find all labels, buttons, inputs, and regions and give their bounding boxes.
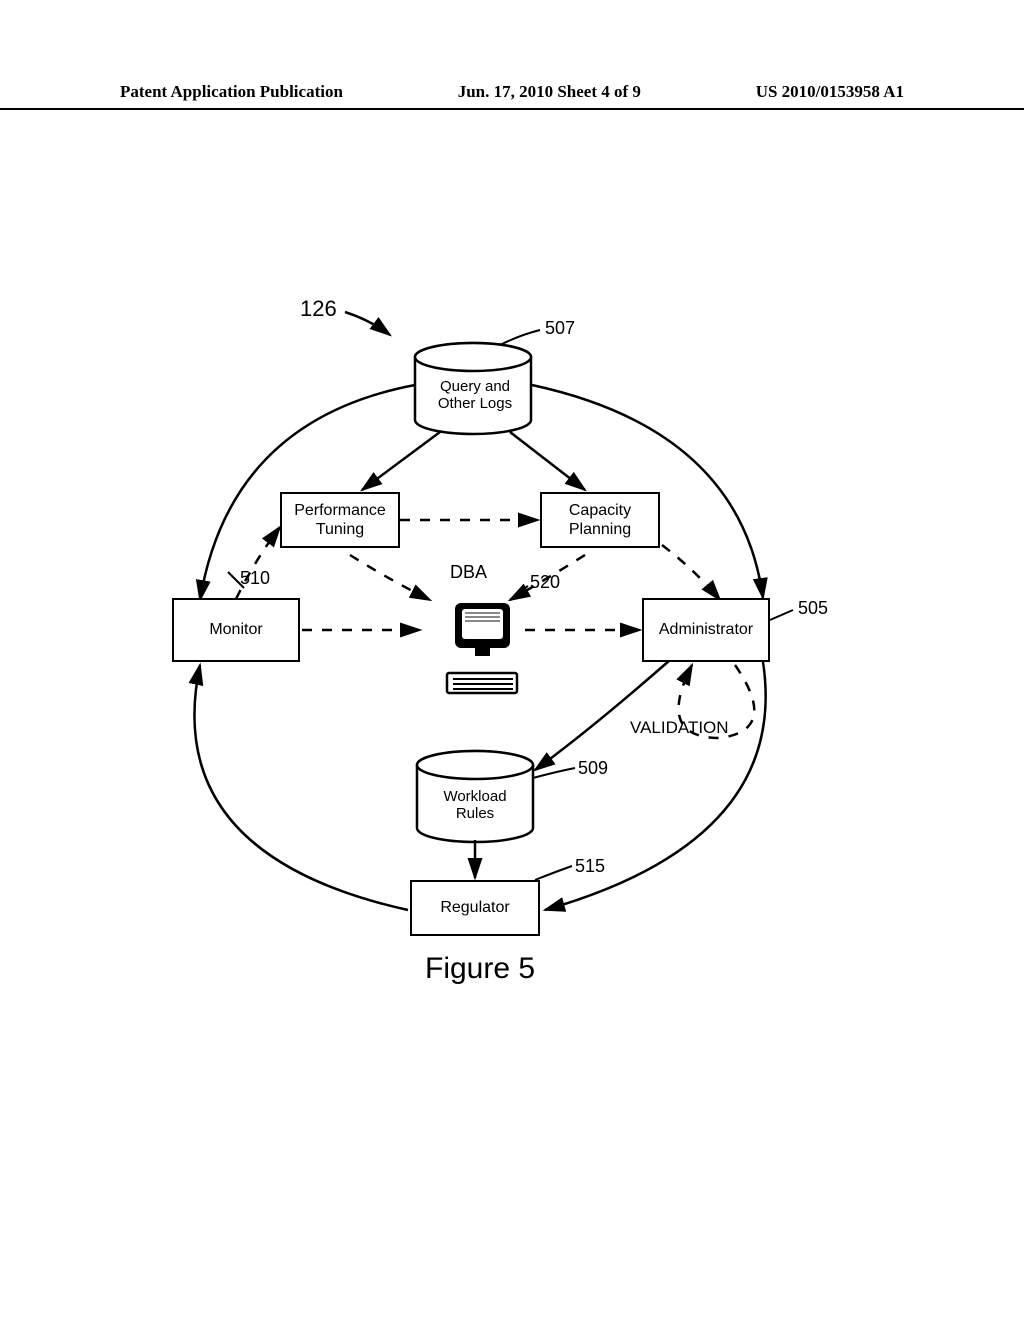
admin-label: Administrator [659, 620, 753, 639]
validation-label: VALIDATION [630, 718, 729, 738]
ref-520: 520 [530, 572, 560, 593]
regulator-label: Regulator [440, 898, 509, 917]
regulator-box: Regulator [410, 880, 540, 936]
monitor-label: Monitor [209, 620, 262, 639]
dba-label: DBA [450, 562, 487, 583]
logs-label: Query and Other Logs [425, 378, 525, 412]
monitor-box: Monitor [172, 598, 300, 662]
capacity-planning-label: Capacity Planning [546, 501, 654, 539]
ref-509: 509 [578, 758, 608, 779]
capacity-planning-box: Capacity Planning [540, 492, 660, 548]
ref-507: 507 [545, 318, 575, 339]
admin-box: Administrator [642, 598, 770, 662]
ref-515: 515 [575, 856, 605, 877]
perf-tuning-label: Performance Tuning [286, 501, 394, 539]
rules-label: Workload Rules [430, 788, 520, 822]
ref-505: 505 [798, 598, 828, 619]
ref-510: 510 [240, 568, 270, 589]
figure-caption: Figure 5 [425, 952, 535, 986]
perf-tuning-box: Performance Tuning [280, 492, 400, 548]
